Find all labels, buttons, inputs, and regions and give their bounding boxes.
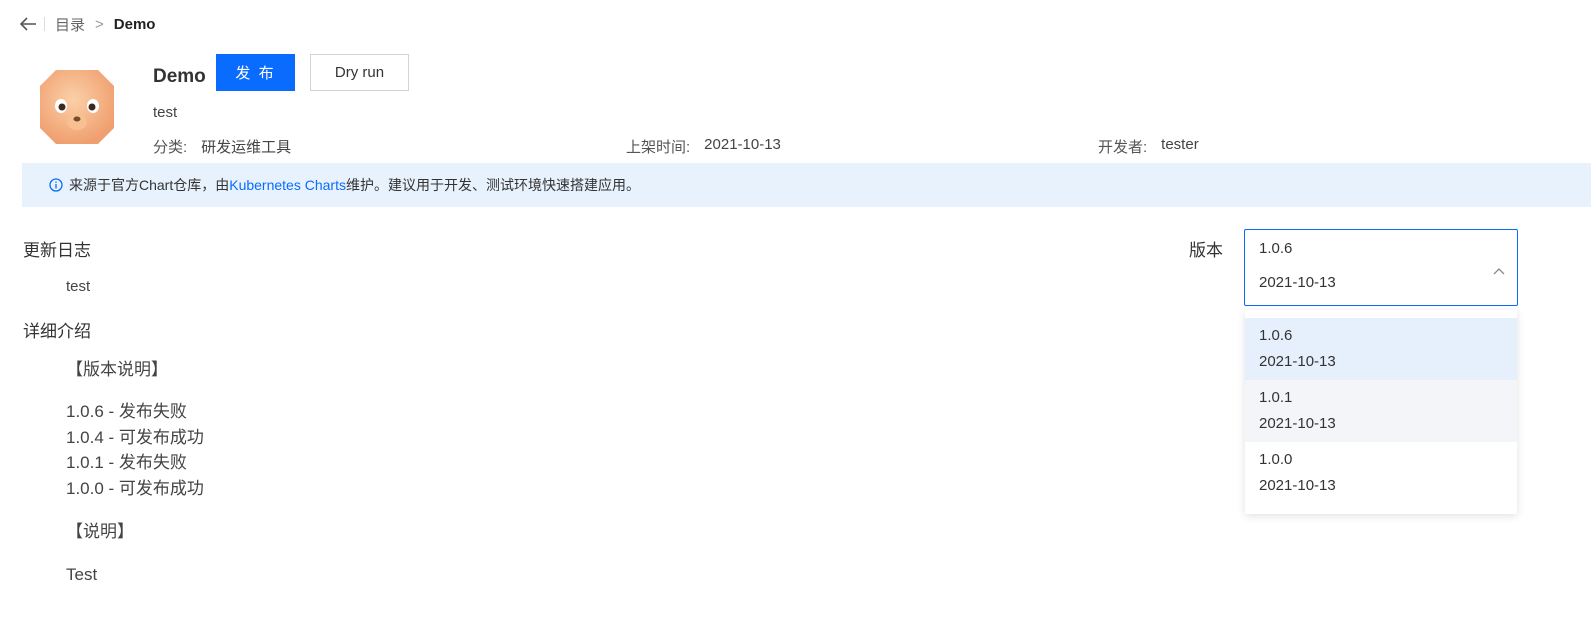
app-title: Demo [153, 66, 206, 87]
developer-label: 开发者: [1098, 139, 1148, 156]
meta-developer: 开发者: tester [1098, 136, 1199, 157]
info-notice: 来源于官方Chart仓库，由 Kubernetes Charts 维护。建议用于开发… [22, 163, 1591, 207]
version-note-line: 1.0.1 - 发布失败 [66, 453, 187, 472]
option-date: 2021-10-13 [1259, 415, 1336, 432]
option-version: 1.0.0 [1259, 451, 1293, 468]
version-note-line: 1.0.0 - 可发布成功 [66, 478, 204, 498]
version-option-1-0-0[interactable]: 1.0.0 2021-10-13 [1245, 442, 1517, 504]
notice-text-prefix: 来源于官方Chart仓库，由 [69, 177, 230, 193]
selected-version: 1.0.6 [1259, 240, 1293, 257]
dry-run-button[interactable]: Dry run [310, 54, 409, 91]
release-date-value: 2021-10-13 [704, 136, 781, 153]
app-description: test [153, 104, 178, 121]
release-date-label: 上架时间: [626, 139, 691, 156]
version-label: 版本 [1189, 241, 1223, 260]
version-option-1-0-6[interactable]: 1.0.6 2021-10-13 [1245, 318, 1517, 380]
meta-category: 分类: 研发运维工具 [153, 136, 291, 157]
publish-button[interactable]: 发 布 [216, 54, 295, 91]
changelog-title: 更新日志 [23, 241, 91, 260]
developer-value: tester [1161, 136, 1199, 153]
breadcrumb-catalog-link[interactable]: 目录 [55, 14, 85, 35]
version-notes-list: 1.0.6 - 发布失败 1.0.4 - 可发布成功 1.0.1 - 发布失败 … [66, 399, 204, 501]
meta-release-date: 上架时间: 2021-10-13 [626, 136, 781, 157]
selected-version-date: 2021-10-13 [1259, 274, 1336, 291]
changelog-text: test [66, 278, 91, 295]
breadcrumb-separator: > [95, 15, 104, 33]
version-select[interactable]: 1.0.6 2021-10-13 [1244, 229, 1518, 306]
notes-text: Test [66, 565, 98, 584]
category-value: 研发运维工具 [201, 139, 292, 156]
version-note-line: 1.0.4 - 可发布成功 [66, 427, 204, 447]
chevron-up-icon [1493, 262, 1505, 275]
option-version: 1.0.1 [1259, 389, 1293, 406]
notes-heading: 【说明】 [66, 522, 134, 541]
breadcrumb: 目录 > Demo [18, 12, 155, 36]
notice-text-suffix: 维护。建议用于开发、测试环境快速搭建应用。 [345, 177, 640, 193]
version-dropdown: 1.0.6 2021-10-13 1.0.1 2021-10-13 1.0.0 … [1245, 310, 1517, 514]
app-logo [38, 68, 116, 146]
option-date: 2021-10-13 [1259, 477, 1336, 494]
info-circle-icon [49, 178, 63, 192]
option-version: 1.0.6 [1259, 327, 1293, 344]
version-note-line: 1.0.6 - 发布失败 [66, 402, 187, 421]
breadcrumb-current: Demo [113, 15, 156, 33]
version-option-1-0-1[interactable]: 1.0.1 2021-10-13 [1245, 380, 1517, 442]
version-notes-heading: 【版本说明】 [66, 360, 168, 379]
option-date: 2021-10-13 [1259, 353, 1336, 370]
details-title: 详细介绍 [23, 322, 91, 341]
arrow-left-icon[interactable] [18, 14, 38, 34]
category-label: 分类: [153, 139, 188, 156]
breadcrumb-divider [44, 17, 45, 31]
kubernetes-charts-link[interactable]: Kubernetes Charts [229, 177, 346, 193]
